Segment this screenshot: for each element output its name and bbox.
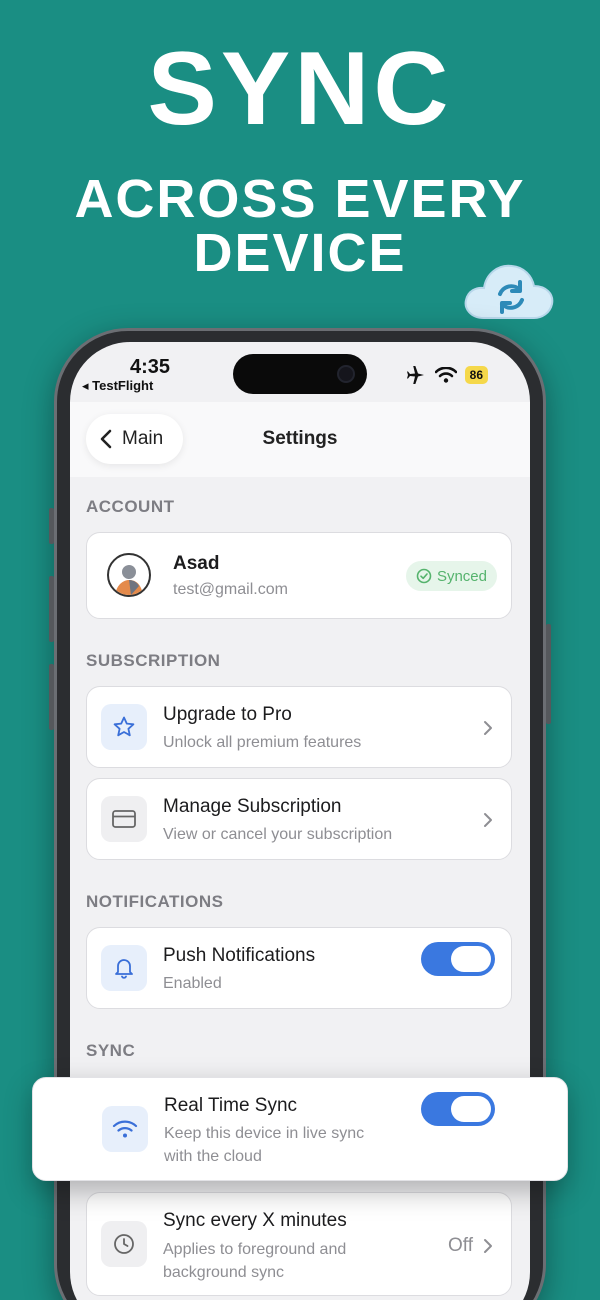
- status-icons: 86: [405, 366, 488, 384]
- section-account: ACCOUNT: [86, 497, 175, 516]
- phone-volume-up: [49, 576, 54, 642]
- hero-title: SYNC: [147, 31, 453, 147]
- account-name: Asad: [173, 553, 220, 574]
- realtime-icon-box: [102, 1106, 148, 1152]
- credit-card-icon: [112, 810, 136, 828]
- upgrade-pro-row[interactable]: Upgrade to Pro Unlock all premium featur…: [86, 686, 512, 768]
- status-time: 4:35: [130, 356, 171, 378]
- nav-bar: Settings Main: [70, 402, 530, 477]
- upgrade-icon-box: [101, 704, 147, 750]
- camera-icon: [337, 365, 355, 383]
- realtime-subtitle-line2: with the cloud: [164, 1148, 262, 1165]
- synced-badge-label: Synced: [436, 567, 487, 585]
- upgrade-title: Upgrade to Pro: [163, 704, 292, 725]
- wifi-icon: [434, 367, 457, 383]
- back-to-app-link[interactable]: ◂ TestFlight: [82, 378, 153, 394]
- section-notifications: NOTIFICATIONS: [86, 892, 224, 911]
- toggle-knob: [451, 1096, 491, 1122]
- section-sync: SYNC: [86, 1041, 136, 1060]
- check-circle-icon: [416, 568, 432, 584]
- user-avatar-icon: [115, 565, 143, 595]
- cloud-sync-icon: [464, 264, 554, 319]
- account-card[interactable]: Asad test@gmail.com Synced: [86, 532, 512, 619]
- synced-badge: Synced: [405, 561, 497, 591]
- sync-interval-row[interactable]: Sync every X minutes Applies to foregrou…: [86, 1192, 512, 1296]
- push-subtitle: Enabled: [163, 975, 222, 992]
- real-time-sync-row: Real Time Sync Keep this device in live …: [32, 1077, 568, 1181]
- section-subscription: SUBSCRIPTION: [86, 651, 221, 670]
- phone-power-button: [546, 624, 551, 724]
- interval-subtitle: Applies to foreground and background syn…: [163, 1238, 346, 1284]
- toggle-knob: [451, 946, 491, 972]
- interval-title: Sync every X minutes: [163, 1210, 347, 1231]
- upgrade-subtitle: Unlock all premium features: [163, 734, 362, 751]
- chevron-right-icon: [484, 721, 492, 735]
- status-bar: 4:35 ◂ TestFlight 86: [70, 342, 530, 402]
- avatar: [107, 553, 151, 597]
- manage-subscription-row[interactable]: Manage Subscription View or cancel your …: [86, 778, 512, 860]
- interval-icon-box: [101, 1221, 147, 1267]
- star-icon: [113, 716, 135, 737]
- phone-side-button: [49, 508, 54, 544]
- phone-volume-down: [49, 664, 54, 730]
- push-title: Push Notifications: [163, 945, 316, 966]
- realtime-title: Real Time Sync: [164, 1095, 298, 1116]
- realtime-subtitle: Keep this device in live sync with the c…: [164, 1122, 364, 1168]
- chevron-right-icon: [484, 1239, 492, 1253]
- realtime-subtitle-line1: Keep this device in live sync: [164, 1125, 365, 1142]
- manage-icon-box: [101, 796, 147, 842]
- hero-subtitle-line1: ACROSS EVERY: [74, 169, 526, 229]
- notifications-icon-box: [101, 945, 147, 991]
- manage-subtitle: View or cancel your subscription: [163, 826, 393, 843]
- manage-title: Manage Subscription: [163, 796, 342, 817]
- clock-icon: [114, 1234, 134, 1254]
- interval-subtitle-line2: background sync: [163, 1264, 284, 1281]
- wifi-sync-icon: [112, 1120, 138, 1138]
- airplane-icon: [406, 366, 424, 384]
- back-button-label: Main: [122, 428, 164, 449]
- push-notifications-row: Push Notifications Enabled: [86, 927, 512, 1009]
- push-notifications-toggle[interactable]: [421, 942, 495, 976]
- dynamic-island: [233, 354, 367, 394]
- back-button[interactable]: Main: [86, 414, 184, 464]
- interval-value: Off: [448, 1235, 473, 1256]
- chevron-left-icon: [100, 429, 112, 449]
- realtime-sync-toggle[interactable]: [421, 1092, 495, 1126]
- battery-indicator: 86: [464, 366, 488, 384]
- account-email: test@gmail.com: [173, 581, 288, 598]
- bell-icon: [115, 959, 133, 979]
- interval-subtitle-line1: Applies to foreground and: [163, 1241, 347, 1258]
- chevron-right-icon: [484, 813, 492, 827]
